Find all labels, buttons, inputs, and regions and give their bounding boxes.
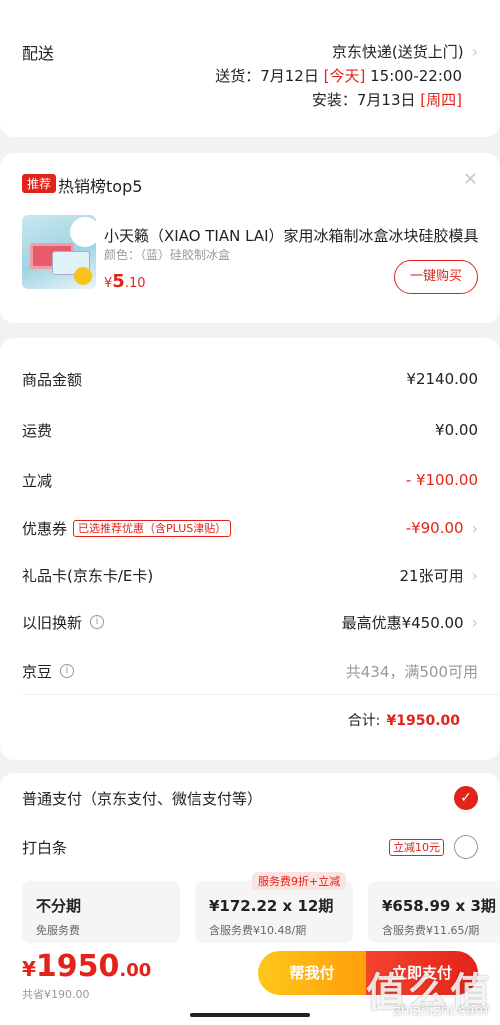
tradein-value: 最高优惠¥450.00 [341,613,464,632]
recommend-card: 推荐 热销榜top5 ✕ 小天籁（XIAO TIAN LAI）家用冰箱制冰盒冰块… [0,153,500,323]
jingdou-value: 共434，满500可用 [345,662,478,681]
goods-amount: ¥2140.00 [406,370,478,388]
order-summary-card: 商品金额 ¥2140.00 运费 ¥0.00 立减 - ¥100.00 优惠券已… [0,338,500,760]
installment-plan-12[interactable]: ¥172.22 x 12期 含服务费¥10.48/期 [195,881,353,943]
coupon-tag: 已选推荐优惠（含PLUS津贴） [73,519,232,537]
chevron-right-icon: › [471,612,478,632]
divider [22,694,500,695]
info-icon[interactable]: i [60,664,75,678]
chevron-right-icon: › [471,518,478,538]
checked-icon[interactable]: ✓ [454,786,478,810]
summary-row-tradein[interactable]: 以旧换新 i 最高优惠¥450.00 › [22,610,478,634]
chevron-right-icon: › [471,565,478,585]
baitiao-promo-tag: 立减10元 [389,838,444,856]
summary-row-giftcard[interactable]: 礼品卡(京东卡/E卡) 21张可用 › [22,563,478,587]
delivery-info[interactable]: 京东快递(送货上门) › 送货：7月12日 [今天] 15:00-22:00 安装… [215,40,478,112]
one-click-buy-button[interactable]: 一键购买 [394,260,478,294]
product-color: 颜色：（蓝）硅胶制冰盒 [104,248,231,262]
summary-row-shipping: 运费 ¥0.00 [22,421,478,440]
delivery-card: 配送 京东快递(送货上门) › 送货：7月12日 [今天] 15:00-22:00… [0,0,500,137]
recommend-badge: 推荐 [22,174,57,193]
coupon-amount: -¥90.00 [405,519,464,537]
checkout-price: ¥1950.00 [22,949,152,984]
delivery-label: 配送 [22,44,55,63]
product-name[interactable]: 小天籁（XIAO TIAN LAI）家用冰箱制冰盒冰块硅胶模具 [104,225,480,246]
close-icon[interactable]: ✕ [463,169,478,190]
normal-pay-option[interactable]: 普通支付（京东支付、微信支付等） ✓ [22,785,478,811]
watermark-url: zhizhizhi.com [393,1003,488,1019]
baitiao-label: 打白条 [22,838,68,857]
summary-row-goods: 商品金额 ¥2140.00 [22,370,478,389]
delivery-method: 京东快递(送货上门) [331,43,464,61]
order-total: 合计: ¥1950.00 [347,713,460,729]
summary-row-coupon[interactable]: 优惠券 已选推荐优惠（含PLUS津贴） -¥90.00 › [22,516,478,540]
normal-pay-label: 普通支付（京东支付、微信支付等） [22,789,263,808]
plan-promo-badge: 服务费9折+立减 [252,872,347,890]
ship-time: 15:00-22:00 [370,67,462,85]
help-me-pay-button[interactable]: 帮我付 [258,951,366,995]
summary-row-jingdou: 京豆 i 共434，满500可用 [22,662,478,681]
installment-plan-3[interactable]: ¥658.99 x 3期 含服务费¥11.65/期 [368,881,500,943]
ship-date: 送货：7月12日 [215,67,319,85]
unchecked-icon[interactable] [454,835,478,859]
shipping-amount: ¥0.00 [435,421,478,439]
product-price: ¥5.10 [104,271,146,292]
saved-amount: 共省¥190.00 [22,988,90,1001]
installment-plan-none[interactable]: 不分期 免服务费 [22,881,180,943]
summary-row-discount: 立减 - ¥100.00 [22,471,478,490]
product-thumbnail[interactable] [22,215,96,289]
install-date: 安装：7月13日 [311,91,416,109]
giftcard-value: 21张可用 [399,566,464,585]
discount-amount: - ¥100.00 [405,471,478,489]
install-day-tag: [周四] [420,91,462,109]
info-icon[interactable]: i [90,615,105,629]
baitiao-option[interactable]: 打白条 立减10元 [22,834,478,860]
home-indicator [190,1013,310,1017]
ship-day-tag: [今天] [323,67,366,85]
chevron-right-icon: › [471,42,478,61]
recommend-title: 热销榜top5 [58,177,143,196]
